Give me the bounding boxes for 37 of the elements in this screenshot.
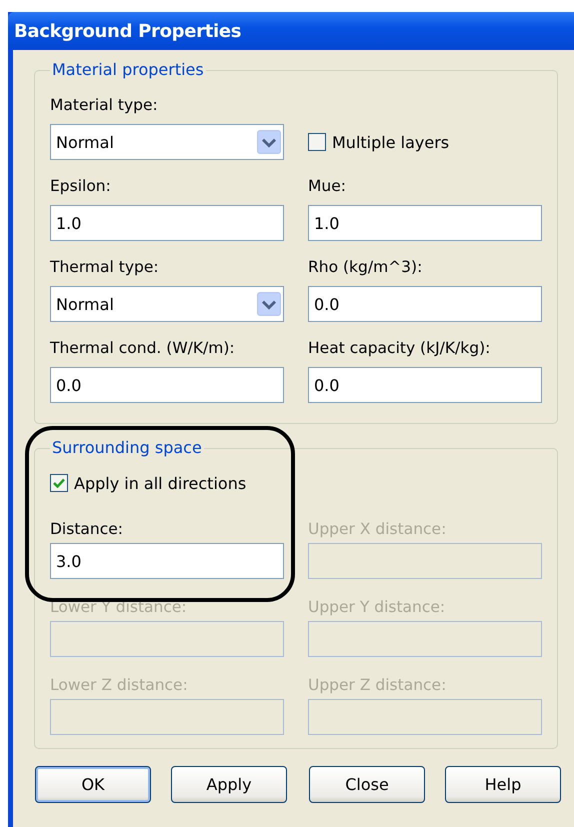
input-field[interactable]: 1.0: [308, 205, 542, 241]
dialog-button[interactable]: Help: [445, 766, 561, 803]
input-field[interactable]: 0.0: [50, 367, 284, 403]
input-field[interactable]: 1.0: [50, 205, 284, 241]
dropdown-field[interactable]: Normal: [50, 124, 284, 160]
checkbox-label[interactable]: Apply in all directions: [74, 474, 246, 492]
field-label: Thermal type:: [50, 257, 159, 278]
field-label: Thermal cond. (W/K/m):: [50, 338, 235, 359]
group-legend: Material properties: [50, 60, 206, 80]
field-label: Mue:: [308, 176, 346, 197]
checkbox[interactable]: [50, 474, 68, 492]
input-field[interactable]: [308, 699, 542, 735]
checkbox[interactable]: [308, 133, 326, 151]
dialog-button[interactable]: Apply: [171, 766, 287, 803]
input-field[interactable]: 3.0: [50, 543, 284, 579]
field-label: Epsilon:: [50, 176, 111, 197]
input-field[interactable]: [308, 621, 542, 657]
field-label: Upper Y distance:: [308, 597, 446, 618]
field-label: Heat capacity (kJ/K/kg):: [308, 338, 490, 359]
input-field[interactable]: [308, 543, 542, 579]
field-label: Upper X distance:: [308, 519, 446, 540]
window-title: Background Properties: [14, 20, 242, 42]
input-field[interactable]: [50, 699, 284, 735]
checkbox-label[interactable]: Multiple layers: [332, 132, 450, 152]
field-label: Rho (kg/m^3):: [308, 257, 422, 278]
field-label: Distance:: [50, 519, 123, 540]
dropdown-field[interactable]: Normal: [50, 286, 284, 322]
field-label: Upper Z distance:: [308, 675, 446, 696]
field-label: Material type:: [50, 95, 158, 116]
dialog-button[interactable]: OK: [35, 766, 151, 803]
dialog-button[interactable]: Close: [309, 766, 425, 803]
checkmark-icon: [52, 476, 66, 490]
input-field[interactable]: [50, 621, 284, 657]
input-field[interactable]: 0.0: [308, 367, 542, 403]
field-label: Lower Z distance:: [50, 675, 188, 696]
input-field[interactable]: 0.0: [308, 286, 542, 322]
group-legend: Surrounding space: [50, 438, 204, 458]
